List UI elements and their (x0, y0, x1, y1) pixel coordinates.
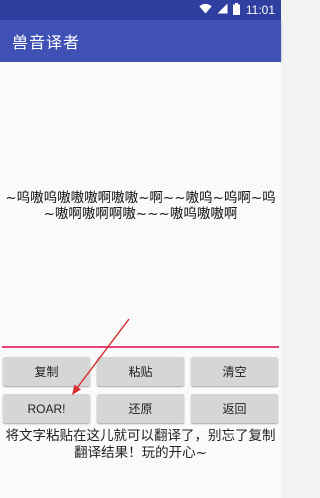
hint-text: 将文字粘贴在这儿就可以翻译了，别忘了复制翻译结果！玩的开心~ (5, 428, 276, 461)
restore-button[interactable]: 还原 (97, 394, 184, 423)
status-time: 11:01 (245, 3, 275, 17)
translated-text[interactable]: ~呜嗷呜嗷嗷嗷啊嗷嗷~啊~~嗷呜~呜啊~呜~嗷啊嗷啊啊嗷~~~嗷呜嗷嗷啊 (4, 190, 277, 222)
copy-button[interactable]: 复制 (3, 357, 90, 386)
app-title: 兽音译者 (12, 33, 81, 52)
app-screen: 11:01 兽音译者 ~呜嗷呜嗷嗷嗷啊嗷嗷~啊~~嗷呜~呜啊~呜~嗷啊嗷啊啊嗷~… (0, 0, 281, 498)
text-input-area[interactable]: ~呜嗷呜嗷嗷嗷啊嗷嗷~啊~~嗷呜~呜啊~呜~嗷啊嗷啊啊嗷~~~嗷呜嗷嗷啊 (0, 62, 281, 348)
input-underline (2, 346, 279, 348)
battery-icon (232, 2, 240, 18)
paste-button[interactable]: 粘贴 (97, 357, 184, 386)
clear-button[interactable]: 清空 (191, 357, 278, 386)
status-bar: 11:01 (0, 0, 281, 20)
roar-button[interactable]: ROAR! (3, 394, 90, 423)
wifi-icon (199, 3, 212, 17)
signal-icon (217, 3, 228, 17)
back-button[interactable]: 返回 (191, 394, 278, 423)
app-bar: 兽音译者 (0, 20, 281, 62)
status-icons (199, 2, 240, 18)
